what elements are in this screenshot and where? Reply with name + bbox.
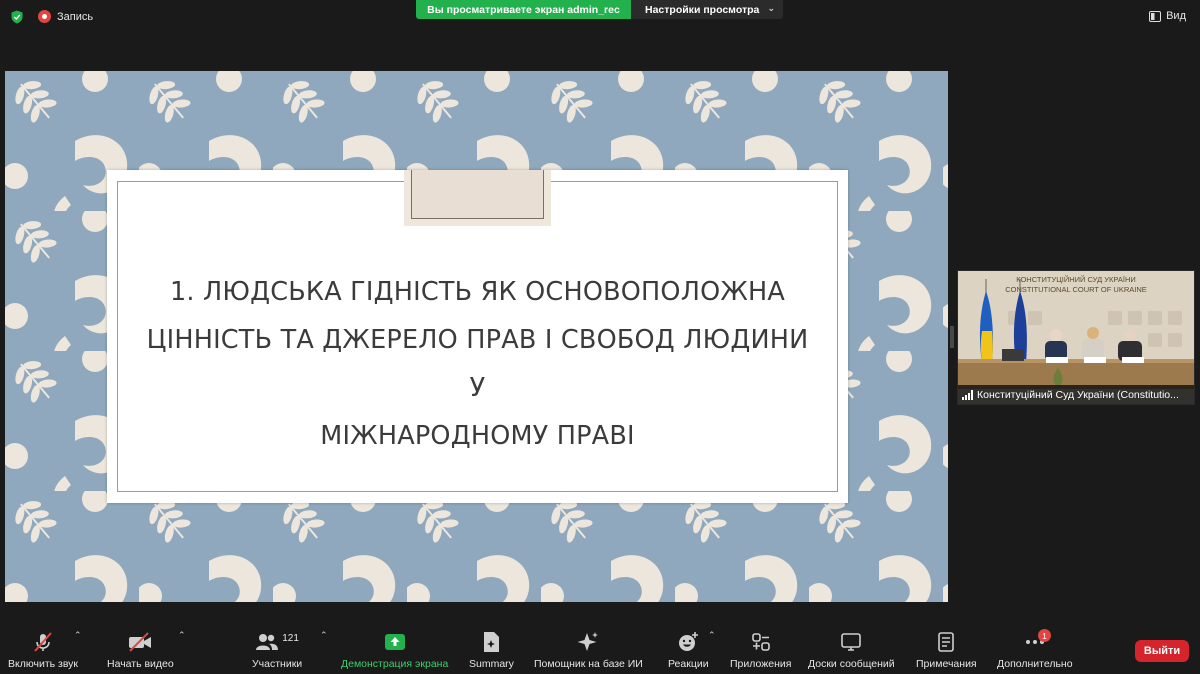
court-sign: КОНСТИТУЦІЙНИЙ СУД УКРАЇНИ CONSTITUTIONA… [1005,275,1147,294]
share-screen-label: Демонстрация экрана [341,658,449,670]
top-bar: Запись Вы просматриваете экран admin_rec… [0,0,1200,34]
more-label: Дополнительно [997,658,1073,670]
reactions-label: Реакции [668,658,709,670]
participants-label: Участники [252,658,303,670]
notes-label: Примечания [916,658,977,670]
unmute-button[interactable]: Включить звук [8,630,78,670]
ai-assistant-label: Помощник на базе ИИ [534,658,643,670]
splitter-handle[interactable] [950,326,954,348]
slide-title-line: МІЖНАРОДНОМУ ПРАВІ [320,421,635,451]
notes-button[interactable]: Примечания [916,630,977,670]
apps-label: Приложения [730,658,792,670]
participants-count: 121 [282,632,299,644]
chevron-down-icon: ⌄ [767,3,775,13]
emoji-icon [677,630,699,654]
summary-button[interactable]: Summary [469,630,514,670]
view-settings-label: Настройки просмотра [645,3,760,16]
muted-mic-icon [32,630,54,654]
video-options-caret[interactable]: ⌃ [178,630,186,641]
slide-title-card: 1. ЛЮДСЬКА ГІДНІСТЬ ЯК ОСНОВОПОЛОЖНА ЦІН… [107,170,848,503]
slide-title-line: ЦІННІСТЬ ТА ДЖЕРЕЛО ПРАВ І СВОБОД ЛЮДИНИ… [146,325,809,403]
start-video-label: Начать видео [107,658,174,670]
signal-strength-icon [962,389,973,400]
whiteboards-button[interactable]: Доски сообщений [808,630,895,670]
participant-video-thumbnail[interactable]: КОНСТИТУЦІЙНИЙ СУД УКРАЇНИ CONSTITUTIONA… [957,270,1195,405]
share-screen-icon [384,630,406,654]
notes-icon [937,630,955,654]
video-off-icon [127,630,153,654]
reactions-options-caret[interactable]: ⌃ [708,630,716,641]
view-button[interactable]: Вид [1149,10,1186,22]
participants-options-caret[interactable]: ⌃ [320,630,328,641]
screen-share-banner: Вы просматриваете экран admin_rec [416,0,631,19]
ai-assistant-button[interactable]: Помощник на базе ИИ [534,630,643,670]
notification-badge: 1 [1038,629,1051,642]
recording-indicator[interactable]: Запись [38,10,93,23]
leave-button[interactable]: Выйти [1135,640,1189,662]
slide-title-line: 1. ЛЮДСЬКА ГІДНІСТЬ ЯК ОСНОВОПОЛОЖНА [169,277,786,307]
unmute-label: Включить звук [8,658,79,670]
more-button[interactable]: Дополнительно [997,630,1073,670]
shield-icon[interactable] [10,10,24,24]
shared-screen: 1. ЛЮДСЬКА ГІДНІСТЬ ЯК ОСНОВОПОЛОЖНА ЦІН… [5,71,948,602]
grid-view-icon [1149,10,1162,22]
sparkle-icon [576,630,600,654]
whiteboards-label: Доски сообщений [808,658,895,670]
start-video-button[interactable]: Начать видео [107,630,174,670]
reactions-button[interactable]: Реакции [668,630,709,670]
recording-label: Запись [57,10,94,23]
view-settings-button[interactable]: Настройки просмотра ⌄ [631,0,783,19]
participants-icon: 121 [255,630,299,654]
summary-label: Summary [469,658,514,670]
share-screen-button[interactable]: Демонстрация экрана [341,630,448,670]
meeting-toolbar: Включить звук ⌃ Начать видео ⌃ 121 Участ… [0,620,1200,674]
participant-name-label: Конституційний Суд України (Constitutio.… [958,385,1194,404]
record-icon [38,10,51,23]
apps-icon [751,630,771,654]
participant-name: Конституційний Суд України (Constitutio.… [977,388,1179,401]
slide-title: 1. ЛЮДСЬКА ГІДНІСТЬ ЯК ОСНОВОПОЛОЖНА ЦІН… [137,268,818,460]
participants-button[interactable]: 121 Участники [252,630,303,671]
audio-options-caret[interactable]: ⌃ [74,630,82,641]
view-label: Вид [1166,10,1186,22]
apps-button[interactable]: Приложения [730,630,791,670]
whiteboard-icon [840,630,862,654]
summary-icon [482,630,500,654]
